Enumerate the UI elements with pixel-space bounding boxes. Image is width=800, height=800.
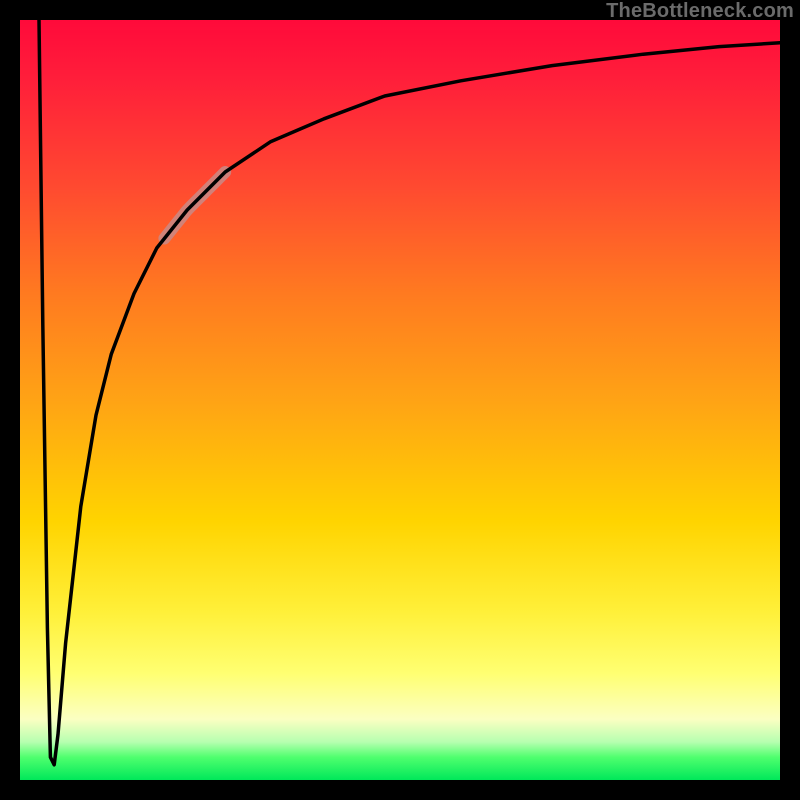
attribution-text: TheBottleneck.com	[606, 0, 794, 23]
bottleneck-curve	[20, 20, 780, 780]
plot-area	[20, 20, 780, 780]
curve-main	[39, 20, 780, 765]
chart-frame: TheBottleneck.com	[0, 0, 800, 800]
